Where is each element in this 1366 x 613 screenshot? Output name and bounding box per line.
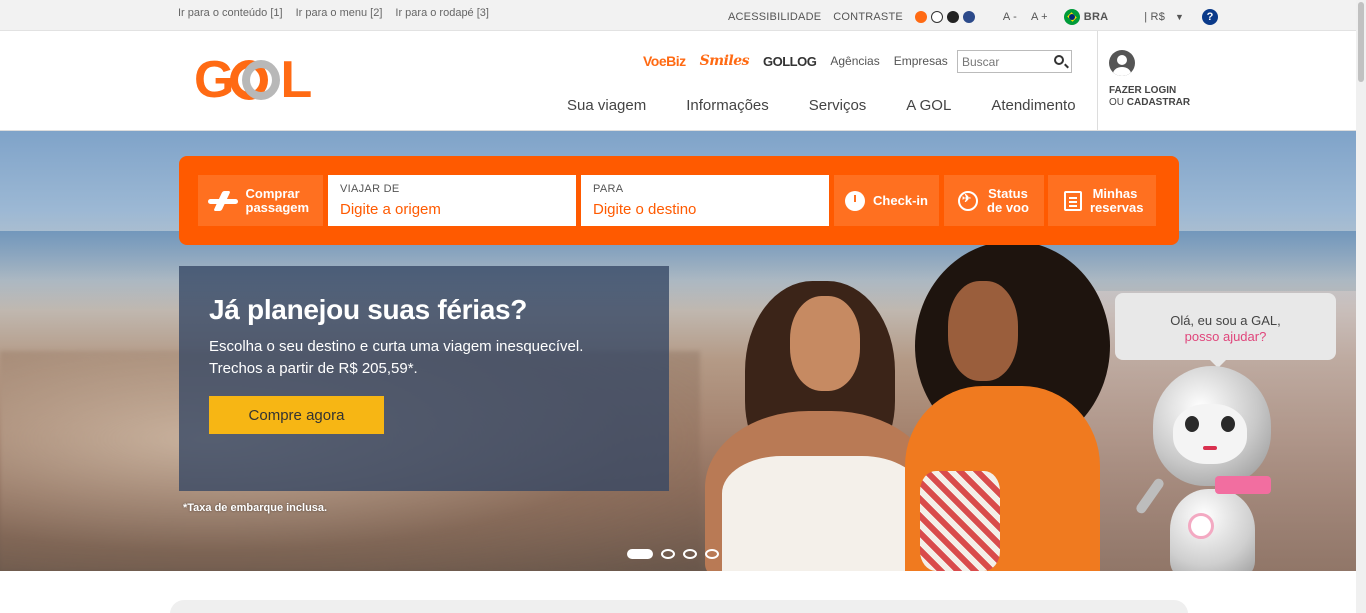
brazil-flag-icon[interactable] <box>1063 9 1080 25</box>
accessibility-controls: ACESSIBILIDADE CONTRASTE A - A + BRA | R… <box>728 9 1219 25</box>
hero-photo-woman-1-top <box>722 456 922 571</box>
flight-status-label: Status de voo <box>987 185 1029 215</box>
login-area[interactable]: FAZER LOGIN OU CADASTRAR <box>1097 31 1197 131</box>
skip-to-menu-link[interactable]: Ir para o menu [2] <box>296 7 383 19</box>
booking-bar: Comprar passagem VIAJAR DE Digite a orig… <box>179 156 1179 245</box>
accessibility-link[interactable]: ACESSIBILIDADE <box>728 11 821 23</box>
font-decrease-button[interactable]: A - <box>1003 11 1017 23</box>
smiles-link[interactable]: Smiles <box>700 53 750 69</box>
user-avatar-icon[interactable] <box>1109 50 1135 76</box>
carousel-dot-1[interactable] <box>627 549 653 559</box>
register-link[interactable]: OU CADASTRAR <box>1109 97 1190 108</box>
contrast-white-toggle[interactable] <box>930 11 943 23</box>
buy-now-button[interactable]: Compre agora <box>209 396 384 434</box>
contrast-orange-toggle[interactable] <box>914 11 927 23</box>
carousel-dots <box>627 549 719 559</box>
register-prefix: OU <box>1109 97 1124 108</box>
hero-photo-woman-2-scarf <box>920 471 1000 571</box>
hero-photo-woman-1-face <box>790 296 860 391</box>
skip-to-content-link[interactable]: Ir para o conteúdo [1] <box>178 7 283 19</box>
origin-field[interactable]: VIAJAR DE Digite a origem <box>328 175 576 226</box>
search-icon[interactable] <box>1054 55 1064 65</box>
gal-assistant-robot[interactable] <box>1125 346 1305 571</box>
skip-to-footer-link[interactable]: Ir para o rodapé [3] <box>395 7 489 19</box>
promo-title: Já planejou suas férias? <box>209 294 528 325</box>
carousel-dot-4[interactable] <box>705 549 719 559</box>
origin-caption: VIAJAR DE <box>340 183 400 195</box>
partner-links: VoeBiz Smiles GOLLOG Agências Empresas <box>643 53 948 69</box>
robot-eye-left <box>1185 416 1199 432</box>
airplane-icon <box>207 191 238 211</box>
flight-status-icon <box>958 190 978 211</box>
promo-footnote: *Taxa de embarque inclusa. <box>183 502 328 514</box>
hero-banner: Comprar passagem VIAJAR DE Digite a orig… <box>0 131 1356 571</box>
voebiz-link[interactable]: VoeBiz <box>643 53 686 69</box>
font-size-controls: A - A + <box>1003 11 1048 23</box>
destination-field[interactable]: PARA Digite o destino <box>581 175 829 226</box>
search-box <box>957 50 1072 73</box>
carousel-dot-3[interactable] <box>683 549 697 559</box>
nav-a-gol[interactable]: A GOL <box>906 97 951 114</box>
carousel-dot-2[interactable] <box>661 549 675 559</box>
utility-bar: Ir para o conteúdo [1] Ir para o menu [2… <box>0 0 1366 31</box>
agencias-link[interactable]: Agências <box>830 54 879 68</box>
my-reservations-label: Minhas reservas <box>1090 185 1144 215</box>
buy-ticket-button[interactable]: Comprar passagem <box>198 175 323 226</box>
font-increase-button[interactable]: A + <box>1031 11 1048 23</box>
page-scrollbar[interactable] <box>1356 0 1366 613</box>
contrast-label: CONTRASTE <box>833 11 903 23</box>
assistant-greeting: Olá, eu sou a GAL, <box>1170 313 1281 328</box>
empresas-link[interactable]: Empresas <box>894 54 948 68</box>
contrast-blue-toggle[interactable] <box>962 11 975 23</box>
logo-letter-o <box>230 57 282 103</box>
logo-letter-g: G <box>194 51 234 109</box>
buy-ticket-label: Comprar passagem <box>245 185 310 215</box>
robot-arm <box>1134 476 1166 516</box>
nav-informacoes[interactable]: Informações <box>686 97 769 114</box>
flight-status-button[interactable]: Status de voo <box>944 175 1044 226</box>
logo-letter-l: L <box>280 51 312 109</box>
nav-servicos[interactable]: Serviços <box>809 97 867 114</box>
promo-box: Já planejou suas férias? Escolha o seu d… <box>179 266 669 491</box>
assistant-help-link[interactable]: posso ajudar? <box>1115 329 1336 344</box>
contrast-black-toggle[interactable] <box>946 11 959 23</box>
search-input[interactable] <box>958 51 1048 72</box>
checkin-label: Check-in <box>873 192 928 208</box>
site-header: G L VoeBiz Smiles GOLLOG Agências Empres… <box>0 31 1366 131</box>
nav-sua-viagem[interactable]: Sua viagem <box>567 97 646 114</box>
currency-selector[interactable]: | R$ ▼ <box>1144 11 1184 23</box>
robot-face <box>1173 404 1247 464</box>
robot-eye-right <box>1221 416 1235 432</box>
skip-links: Ir para o conteúdo [1] Ir para o menu [2… <box>178 7 489 19</box>
origin-input[interactable]: Digite a origem <box>340 201 564 218</box>
currency-label: | R$ <box>1144 11 1166 23</box>
language-selector[interactable]: BRA <box>1084 11 1108 23</box>
main-nav: Sua viagem Informações Serviços A GOL At… <box>567 97 1076 114</box>
promo-text-line2: Trechos a partir de R$ 205,59*. <box>209 360 418 377</box>
promo-text-line1: Escolha o seu destino e curta uma viagem… <box>209 338 584 355</box>
scrollbar-thumb[interactable] <box>1358 2 1364 82</box>
document-icon <box>1064 190 1082 211</box>
checkin-button[interactable]: Check-in <box>834 175 939 226</box>
pink-ribbon-icon <box>1188 513 1214 539</box>
hero-photo-woman-2-face <box>948 281 1018 381</box>
gol-logo[interactable]: G L <box>194 51 312 109</box>
chevron-down-icon: ▼ <box>1175 12 1185 22</box>
destination-caption: PARA <box>593 183 624 195</box>
next-section <box>170 600 1188 613</box>
login-link[interactable]: FAZER LOGIN <box>1109 85 1176 96</box>
gollog-link[interactable]: GOLLOG <box>763 54 817 69</box>
clock-icon <box>845 190 866 211</box>
destination-input[interactable]: Digite o destino <box>593 201 817 218</box>
robot-mouth <box>1203 446 1217 450</box>
my-reservations-button[interactable]: Minhas reservas <box>1048 175 1156 226</box>
robot-bow <box>1215 476 1271 494</box>
help-icon[interactable]: ? <box>1202 9 1219 25</box>
register-label: CADASTRAR <box>1126 97 1191 108</box>
page: Ir para o conteúdo [1] Ir para o menu [2… <box>0 0 1366 613</box>
nav-atendimento[interactable]: Atendimento <box>991 97 1075 114</box>
